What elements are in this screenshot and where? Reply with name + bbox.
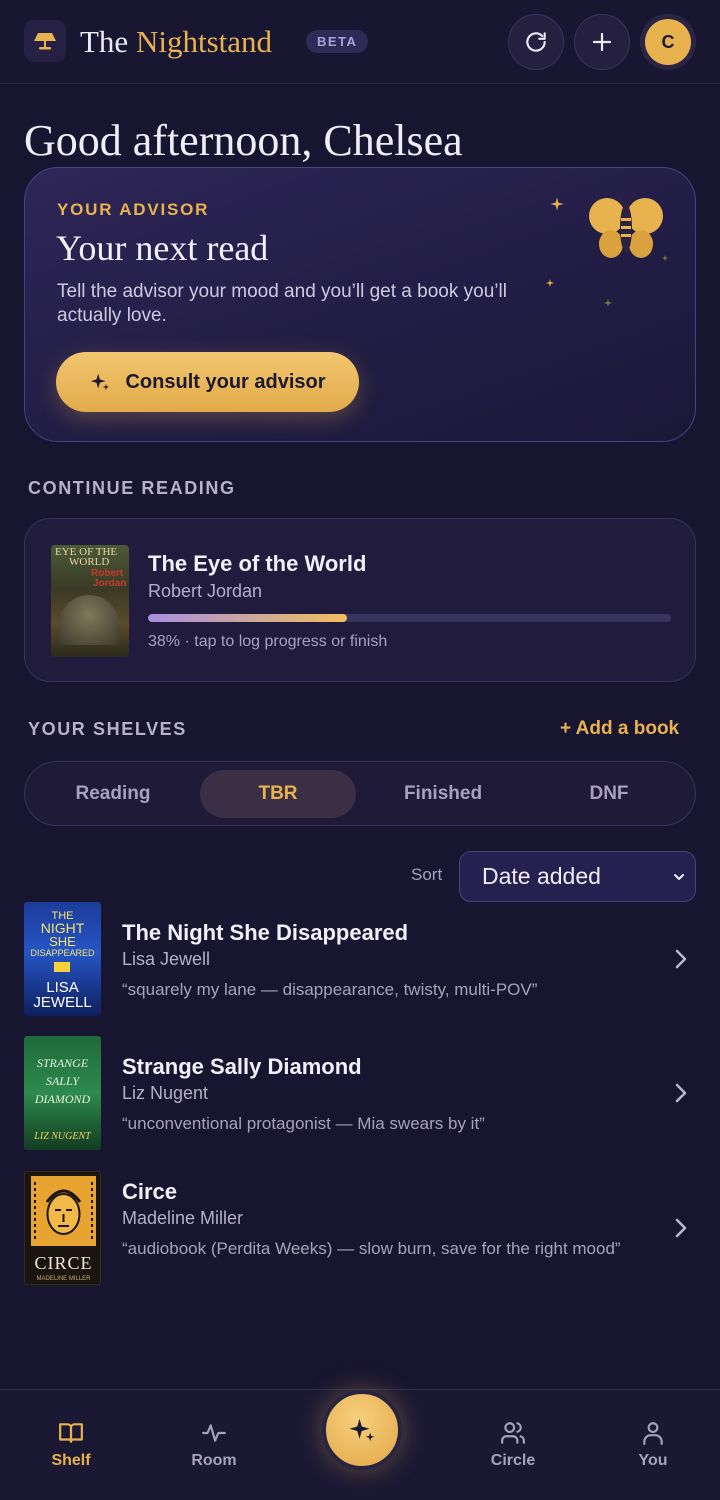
greeting: Good afternoon, Chelsea xyxy=(24,116,463,165)
consult-advisor-label: Consult your advisor xyxy=(125,370,326,393)
book-cover: THE NIGHT SHE DISAPPEARED LISA JEWELL xyxy=(24,902,101,1016)
butterfly-icon xyxy=(589,192,663,258)
cover-text: SHE xyxy=(49,934,76,949)
tab-dnf[interactable]: DNF xyxy=(531,770,687,818)
tab-finished[interactable]: Finished xyxy=(365,770,521,818)
continue-book-author: Robert Jordan xyxy=(148,581,263,601)
book-note: “audiobook (Perdita Weeks) — slow burn, … xyxy=(122,1239,621,1258)
refresh-button[interactable] xyxy=(508,14,564,70)
your-shelves-label: YOUR SHELVES xyxy=(28,719,187,739)
sparkle-icon xyxy=(349,1418,375,1442)
list-item[interactable]: THE NIGHT SHE DISAPPEARED LISA JEWELL Th… xyxy=(24,902,696,1018)
advisor-description: Tell the advisor your mood and you’ll ge… xyxy=(57,281,507,326)
refresh-icon xyxy=(526,32,546,52)
nav-label: You xyxy=(638,1452,668,1469)
shelf-tabs: Reading TBR Finished DNF xyxy=(24,761,696,826)
nav-label: Shelf xyxy=(51,1452,91,1469)
continue-reading-label: CONTINUE READING xyxy=(28,478,236,498)
brand-prefix: The xyxy=(80,24,129,59)
nav-room[interactable]: Room xyxy=(169,1420,259,1470)
people-icon xyxy=(501,1422,525,1444)
sparkle-icon xyxy=(91,373,110,391)
nav-circle[interactable]: Circle xyxy=(468,1420,558,1470)
cover-text: NIGHT xyxy=(40,920,85,936)
add-book-link[interactable]: + Add a book xyxy=(560,718,679,740)
nav-you[interactable]: You xyxy=(608,1420,698,1470)
book-cover: CIRCE MADELINE MILLER xyxy=(24,1171,101,1285)
app-header: The Nightstand BETA C xyxy=(0,0,720,84)
cover-text: LIZ NUGENT xyxy=(34,1131,91,1142)
avatar[interactable]: C xyxy=(640,14,696,70)
cover-author-line: Jordan xyxy=(93,578,127,589)
sparkle-icon xyxy=(545,278,555,288)
reading-progress-bar xyxy=(148,614,671,622)
tab-tbr[interactable]: TBR xyxy=(200,770,356,818)
plus-icon xyxy=(592,32,612,52)
add-button[interactable] xyxy=(574,14,630,70)
continue-book-title: The Eye of the World xyxy=(148,551,367,576)
book-author: Lisa Jewell xyxy=(122,949,211,969)
advisor-title: Your next read xyxy=(56,228,269,268)
advisor-fab-button[interactable] xyxy=(322,1390,402,1470)
sparkle-icon xyxy=(603,298,613,308)
book-author: Liz Nugent xyxy=(122,1083,209,1103)
avatar-initial: C xyxy=(645,19,691,65)
lamp-icon[interactable] xyxy=(24,20,66,62)
sparkle-icon xyxy=(550,197,564,211)
user-icon xyxy=(643,1422,663,1445)
book-icon xyxy=(59,1423,83,1443)
advisor-eyebrow: YOUR ADVISOR xyxy=(57,200,210,219)
progress-note: 38% · tap to log progress or finish xyxy=(148,633,388,650)
sort-select[interactable]: Date added xyxy=(459,851,696,902)
chevron-right-icon xyxy=(675,949,687,969)
brand-accent: Nightstand xyxy=(135,24,273,59)
sort-value: Date added xyxy=(482,863,601,889)
book-title: Strange Sally Diamond xyxy=(122,1054,362,1079)
book-note: “unconventional protagonist — Mia swears… xyxy=(122,1114,485,1133)
list-item[interactable]: CIRCE MADELINE MILLER Circe Madeline Mil… xyxy=(24,1171,696,1287)
book-title: Circe xyxy=(122,1179,178,1204)
nav-shelf[interactable]: Shelf xyxy=(26,1420,116,1470)
advisor-card: YOUR ADVISOR Your next read Tell the adv… xyxy=(24,167,696,442)
nav-label: Room xyxy=(191,1452,237,1469)
consult-advisor-button[interactable]: Consult your advisor xyxy=(56,352,359,412)
chevron-right-icon xyxy=(675,1083,687,1103)
nav-label: Circle xyxy=(490,1452,536,1469)
chevron-down-icon xyxy=(674,874,684,880)
book-cover: STRANGE SALLY DIAMOND LIZ NUGENT xyxy=(24,1036,101,1150)
cover-text: MADELINE MILLER xyxy=(36,1276,91,1282)
reading-progress-fill xyxy=(148,614,347,622)
app-title[interactable]: The Nightstand xyxy=(80,22,272,62)
book-cover: EYE OF THE WORLD Robert Jordan xyxy=(51,545,129,657)
book-note: “squarely my lane — disappearance, twist… xyxy=(122,980,538,999)
book-author: Madeline Miller xyxy=(122,1208,244,1228)
cover-text: CIRCE xyxy=(34,1253,93,1273)
tab-reading[interactable]: Reading xyxy=(35,770,191,818)
cover-text: STRANGE xyxy=(36,1056,89,1070)
book-title: The Night She Disappeared xyxy=(122,920,409,945)
chevron-right-icon xyxy=(675,1218,687,1238)
cover-text: JEWELL xyxy=(33,994,92,1011)
sort-label: Sort xyxy=(411,865,443,884)
cover-text: DISAPPEARED xyxy=(30,948,95,958)
activity-icon xyxy=(202,1424,226,1442)
cover-title-line: WORLD xyxy=(69,556,110,568)
cover-text: DIAMOND xyxy=(34,1092,91,1106)
list-item[interactable]: STRANGE SALLY DIAMOND LIZ NUGENT Strange… xyxy=(24,1036,696,1152)
cover-text: LISA xyxy=(46,979,79,996)
beta-badge: BETA xyxy=(306,30,369,53)
cover-text: SALLY xyxy=(45,1074,80,1088)
continue-reading-card[interactable]: EYE OF THE WORLD Robert Jordan The Eye o… xyxy=(24,518,696,682)
